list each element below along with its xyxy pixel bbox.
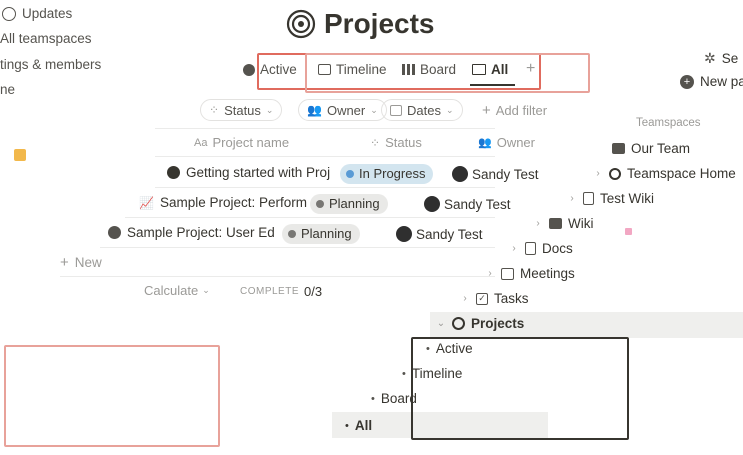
complete-summary[interactable]: COMPLETE 0/3 (240, 284, 322, 299)
spiral-icon (452, 317, 465, 330)
bullet-icon: • (345, 419, 349, 432)
sidebar-item-all-teamspaces[interactable]: All teamspaces (0, 31, 92, 46)
spiral-icon (609, 167, 621, 180)
teamspaces-header: Teamspaces (636, 117, 701, 129)
row-divider (125, 217, 495, 218)
clock-icon (2, 6, 16, 21)
status-icon: ⁘ (209, 103, 220, 117)
status-badge[interactable]: In Progress (340, 164, 434, 184)
new-row-button[interactable]: + New (60, 254, 102, 271)
owner-filter[interactable]: 👥 Owner ⌄ (298, 99, 387, 121)
owner-cell[interactable]: Sandy Test (424, 196, 511, 212)
calculate-button[interactable]: Calculate ⌄ (144, 283, 210, 298)
plus-icon: + (482, 102, 491, 119)
sidebar-item-our-team[interactable]: Our Team (612, 141, 690, 156)
project-icon (167, 166, 180, 179)
avatar (452, 166, 468, 182)
chevron-down-icon: ⌄ (265, 104, 274, 115)
status-badge[interactable]: Planning (282, 224, 360, 244)
status-dot (288, 230, 296, 238)
sidebar-item-view-all[interactable]: • All (345, 418, 372, 433)
house-icon (612, 143, 625, 154)
dates-filter[interactable]: Dates ⌄ (381, 99, 463, 121)
sidebar-item-teamspace-home[interactable]: › Teamspace Home (593, 166, 735, 181)
status-icon: ⁘ (370, 135, 381, 150)
project-icon (108, 226, 121, 239)
chevron-right-icon: › (488, 268, 492, 279)
chevron-right-icon: › (536, 218, 540, 229)
chevron-right-icon: › (512, 243, 516, 254)
table-row[interactable]: Getting started with Proj (155, 159, 495, 187)
header-top-divider (155, 128, 495, 129)
column-header-project-name[interactable]: Aa Project name (194, 135, 289, 150)
project-name-cell[interactable]: Sample Project: User Ed (108, 225, 275, 240)
pink-marker-icon (625, 228, 632, 235)
chevron-down-icon: ⌄ (436, 318, 446, 329)
sidebar-item-label: ne (0, 82, 16, 97)
wiki-icon (549, 218, 562, 229)
active-status-icon (243, 63, 255, 76)
column-header-status[interactable]: ⁘ Status (370, 135, 422, 150)
sidebar-item-wiki[interactable]: › Wiki (533, 216, 593, 231)
avatar (396, 226, 412, 242)
projects-spiral-icon (286, 9, 316, 39)
status-dot (316, 200, 324, 208)
bullet-icon: • (402, 367, 406, 380)
sidebar-item-meetings[interactable]: › Meetings (485, 266, 574, 281)
owner-cell[interactable]: Sandy Test (396, 226, 483, 242)
house-icon (14, 149, 26, 161)
status-filter[interactable]: ⁘ Status ⌄ (200, 99, 283, 121)
header-bottom-divider (155, 156, 495, 157)
row-divider (100, 247, 495, 248)
project-name-cell[interactable]: Getting started with Proj (167, 165, 330, 180)
chevron-right-icon: › (463, 293, 467, 304)
settings-button[interactable]: ✲ Se (704, 50, 738, 67)
checkbox-icon: ✓ (476, 292, 488, 305)
chevron-right-icon: › (570, 193, 574, 204)
sidebar-item-home[interactable]: ne (0, 82, 15, 97)
sidebar-item-label: tings & members (0, 57, 102, 72)
chevron-right-icon: › (596, 168, 600, 179)
avatar (424, 196, 440, 212)
text-type-icon: Aa (194, 136, 208, 149)
page-title: Projects (324, 8, 435, 39)
sidebar-item-docs[interactable]: › Docs (509, 241, 572, 256)
chart-icon: 📈 (139, 195, 154, 210)
chevron-down-icon: ⌄ (370, 104, 378, 115)
tab-highlight-box-inner (305, 53, 590, 93)
sidebar-item-tasks[interactable]: › ✓ Tasks (460, 291, 528, 306)
column-header-owner[interactable]: 👥 Owner (478, 135, 535, 150)
chevron-down-icon: ⌄ (445, 104, 454, 115)
add-filter-button[interactable]: + Add filter (482, 102, 547, 119)
bullet-icon: • (371, 392, 375, 405)
row-divider (155, 187, 495, 188)
page-header: Projects (286, 8, 435, 40)
highlight-box-left (4, 345, 220, 447)
gear-icon: ✲ (704, 50, 716, 66)
people-icon: 👥 (307, 103, 322, 117)
sidebar-item-label: All teamspaces (0, 31, 92, 46)
page-icon (583, 192, 594, 205)
new-page-button[interactable]: + New pa (680, 74, 743, 89)
calendar-icon (390, 104, 402, 116)
status-badge[interactable]: Planning (310, 194, 388, 214)
project-name-cell[interactable]: 📈 Sample Project: Perform (139, 195, 307, 210)
sidebar-item-test-wiki[interactable]: › Test Wiki (567, 191, 654, 206)
sidebar-item-updates[interactable]: Updates (2, 6, 72, 21)
sidebar-item-settings-members[interactable]: tings & members (0, 57, 101, 72)
sidebar-item-label: Updates (22, 6, 73, 21)
sidebar-item-view-board[interactable]: • Board (371, 391, 417, 406)
people-icon: 👥 (478, 137, 492, 149)
subview-highlight-box (411, 337, 629, 440)
footer-divider (60, 276, 495, 277)
sidebar-item-projects[interactable]: ⌄ Projects (436, 316, 524, 331)
owner-cell[interactable]: Sandy Test (452, 166, 539, 182)
plus-icon: + (60, 254, 69, 271)
chevron-down-icon: ⌄ (202, 285, 210, 295)
plus-circle-icon: + (680, 74, 694, 89)
status-dot (346, 170, 354, 178)
calendar-icon (501, 267, 514, 280)
document-icon (525, 242, 536, 255)
